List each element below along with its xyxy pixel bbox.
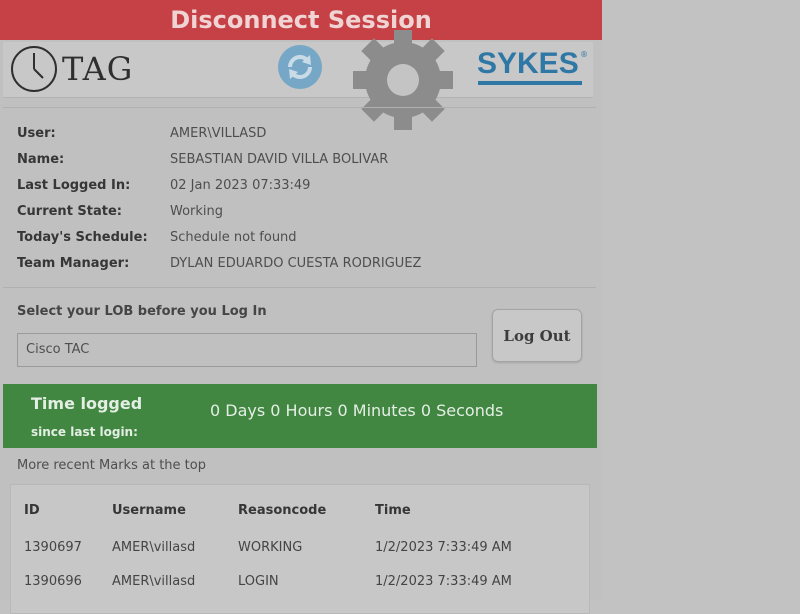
column-header-time[interactable]: Time xyxy=(375,503,411,518)
tag-logo-text: TAG xyxy=(62,50,134,88)
tag-logo: TAG xyxy=(10,45,133,93)
time-logged-value: 0 Days 0 Hours 0 Minutes 0 Seconds xyxy=(210,401,504,420)
info-value: Working xyxy=(170,204,224,219)
info-label: Current State: xyxy=(17,204,123,219)
cell-username: AMER\villasd xyxy=(112,574,196,589)
cell-reasoncode: LOGIN xyxy=(238,574,279,589)
clock-icon xyxy=(11,46,57,92)
info-label: User: xyxy=(17,126,56,141)
cell-time: 1/2/2023 7:33:49 AM xyxy=(375,540,512,555)
column-header-id[interactable]: ID xyxy=(24,503,40,518)
settings-button[interactable] xyxy=(339,30,469,134)
time-logged-banner: Time logged since last login: 0 Days 0 H… xyxy=(3,384,597,448)
cell-username: AMER\villasd xyxy=(112,540,196,555)
gear-icon xyxy=(353,30,453,130)
lob-select[interactable]: Cisco TAC xyxy=(17,333,477,367)
divider xyxy=(3,107,596,108)
sykes-logo-underline xyxy=(478,81,582,85)
window-title-bar: Disconnect Session xyxy=(0,0,602,40)
info-value: 02 Jan 2023 07:33:49 xyxy=(170,178,311,193)
cell-time: 1/2/2023 7:33:49 AM xyxy=(375,574,512,589)
app-header: TAG SYKES ® xyxy=(3,30,593,130)
cell-reasoncode: WORKING xyxy=(238,540,303,555)
divider xyxy=(3,287,596,288)
info-label: Name: xyxy=(17,152,65,167)
info-value: AMER\VILLASD xyxy=(170,126,267,141)
cell-id: 1390696 xyxy=(24,574,82,589)
tag-app-window: Disconnect Session TAG SYKES ® User: AME… xyxy=(0,0,602,614)
time-logged-title: Time logged xyxy=(31,394,143,413)
info-value: Schedule not found xyxy=(170,230,297,245)
info-value: DYLAN EDUARDO CUESTA RODRIGUEZ xyxy=(170,256,422,271)
refresh-button[interactable] xyxy=(277,44,323,94)
sykes-registered-mark: ® xyxy=(580,50,588,59)
column-header-username[interactable]: Username xyxy=(112,503,186,518)
info-label: Team Manager: xyxy=(17,256,130,271)
column-header-reasoncode[interactable]: Reasoncode xyxy=(238,503,326,518)
refresh-icon xyxy=(278,45,322,89)
marks-table: ID Username Reasoncode Time 1390697 AMER… xyxy=(10,484,590,614)
recent-marks-note: More recent Marks at the top xyxy=(17,458,206,473)
cell-id: 1390697 xyxy=(24,540,82,555)
sykes-logo: SYKES xyxy=(477,47,579,80)
info-label: Last Logged In: xyxy=(17,178,131,193)
lob-label: Select your LOB before you Log In xyxy=(17,304,267,319)
info-value: SEBASTIAN DAVID VILLA BOLIVAR xyxy=(170,152,389,167)
info-label: Today's Schedule: xyxy=(17,230,148,245)
time-logged-subtitle: since last login: xyxy=(31,425,138,439)
logout-button[interactable]: Log Out xyxy=(492,309,582,362)
